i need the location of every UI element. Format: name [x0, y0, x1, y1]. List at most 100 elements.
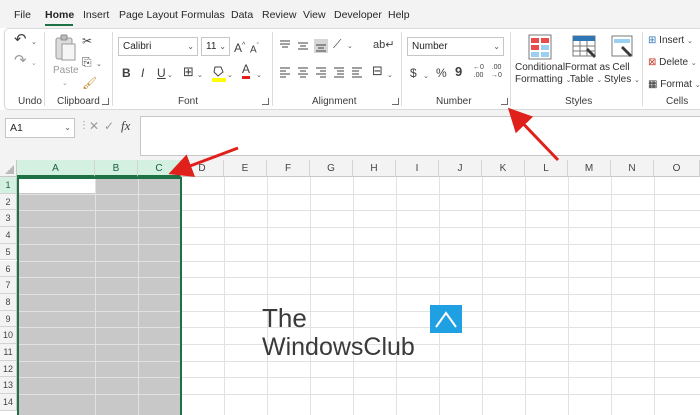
tab-data[interactable]: Data [231, 9, 253, 21]
top-align-icon[interactable] [279, 38, 291, 52]
increase-decimal-icon[interactable]: ←0 .00 [471, 64, 486, 80]
percent-icon[interactable]: % [436, 66, 447, 80]
paste-dropdown-icon[interactable]: ⌄ [62, 77, 68, 91]
conditional-formatting-button[interactable]: Conditional Formatting ⌄ [515, 62, 571, 87]
column-header-e[interactable]: E [224, 160, 267, 177]
tab-home[interactable]: Home [45, 9, 74, 21]
column-header-f[interactable]: F [267, 160, 310, 177]
font-color-dropdown-icon[interactable]: ⌄ [256, 69, 262, 83]
insert-cells-button[interactable]: ⊞ Insert ⌄ [648, 35, 693, 48]
underline-icon[interactable]: U [157, 66, 166, 80]
column-header-l[interactable]: L [525, 160, 568, 177]
format-painter-icon[interactable]: 🖌 [82, 76, 97, 90]
tab-help[interactable]: Help [388, 9, 410, 21]
format-cells-button[interactable]: ▦ Format ⌄ [648, 79, 700, 92]
insert-function-icon[interactable]: fx [121, 119, 130, 133]
align-center-icon[interactable] [297, 66, 309, 78]
italic-icon[interactable]: I [141, 66, 144, 80]
font-name-select[interactable]: Calibri ⌄ [118, 37, 198, 56]
cut-icon[interactable]: ✂ [82, 34, 92, 48]
more-options-icon[interactable]: ⋮ [79, 119, 89, 133]
row-header[interactable]: 3 [0, 210, 17, 228]
font-size-select[interactable]: 11 ⌄ [201, 37, 230, 56]
row-header[interactable]: 4 [0, 227, 17, 244]
select-all-button[interactable] [0, 160, 17, 177]
clipboard-launcher-icon[interactable] [102, 98, 109, 105]
merge-dropdown-icon[interactable]: ⌄ [387, 69, 393, 83]
column-header-i[interactable]: I [396, 160, 439, 177]
row-header[interactable]: 9 [0, 310, 17, 328]
cell-styles-button[interactable]: Cell Styles ⌄ [604, 62, 640, 87]
borders-icon[interactable]: ⊞ [183, 65, 194, 79]
font-launcher-icon[interactable] [262, 98, 269, 105]
row-header[interactable]: 7 [0, 277, 17, 294]
row-header[interactable]: 10 [0, 327, 17, 344]
align-left-icon[interactable] [279, 66, 291, 78]
orientation-dropdown-icon[interactable]: ⌄ [347, 40, 353, 54]
increase-indent-icon[interactable] [351, 66, 363, 78]
column-header-n[interactable]: N [611, 160, 654, 177]
tab-file[interactable]: File [14, 9, 31, 21]
column-header-g[interactable]: G [310, 160, 353, 177]
column-header-j[interactable]: J [439, 160, 482, 177]
redo-icon[interactable]: ↷ [14, 53, 27, 68]
tab-review[interactable]: Review [262, 9, 296, 21]
row-header[interactable]: 11 [0, 344, 17, 361]
name-box[interactable]: A1 ⌄ [5, 118, 75, 138]
column-header-d[interactable]: D [181, 160, 224, 177]
column-header-b[interactable]: B [95, 160, 138, 177]
tab-developer[interactable]: Developer [334, 9, 382, 21]
column-header-h[interactable]: H [353, 160, 396, 177]
font-color-icon[interactable]: A [242, 63, 251, 79]
decrease-indent-icon[interactable] [333, 66, 345, 78]
orientation-icon[interactable]: ⟋ [333, 37, 341, 51]
row-header[interactable]: 12 [0, 360, 17, 378]
column-header-c[interactable]: C [138, 160, 181, 177]
row-header[interactable]: 2 [0, 193, 17, 211]
format-as-table-button[interactable]: Format as Table ⌄ [565, 62, 610, 87]
currency-icon[interactable]: $ [410, 66, 417, 80]
column-header-a[interactable]: A [17, 160, 95, 177]
grow-font-icon[interactable]: A^ [234, 39, 245, 55]
row-header[interactable]: 14 [0, 394, 17, 411]
tab-page-layout[interactable]: Page Layout [119, 9, 178, 21]
number-format-select[interactable]: Number ⌄ [407, 37, 504, 56]
tab-insert[interactable]: Insert [83, 9, 109, 21]
middle-align-icon[interactable] [297, 38, 309, 52]
bold-icon[interactable]: B [122, 66, 131, 80]
row-header[interactable]: 13 [0, 377, 17, 395]
merge-center-icon[interactable]: ⊟ [372, 64, 383, 78]
column-header-o[interactable]: O [654, 160, 700, 177]
decrease-decimal-icon[interactable]: .00 →0 [489, 64, 504, 80]
paste-button[interactable]: Paste [53, 65, 79, 77]
row-header[interactable]: 1 [0, 177, 17, 194]
redo-dropdown-icon[interactable]: ⌄ [31, 57, 37, 71]
paste-icon[interactable] [53, 34, 77, 62]
comma-style-icon[interactable]: 9 [455, 65, 462, 79]
undo-dropdown-icon[interactable]: ⌄ [31, 36, 37, 50]
copy-dropdown-icon[interactable]: ⌄ [96, 58, 102, 72]
column-header-m[interactable]: M [568, 160, 611, 177]
delete-cells-button[interactable]: ⊠ Delete ⌄ [648, 57, 697, 70]
wrap-text-icon[interactable]: ab↵ [373, 38, 394, 52]
row-header[interactable]: 5 [0, 243, 17, 261]
enter-icon[interactable]: ✓ [104, 119, 114, 133]
copy-icon[interactable]: ⎘ [82, 55, 92, 69]
currency-dropdown-icon[interactable]: ⌄ [423, 70, 429, 84]
row-header[interactable]: 6 [0, 260, 17, 278]
tab-view[interactable]: View [303, 9, 326, 21]
formula-input[interactable] [140, 116, 700, 156]
underline-dropdown-icon[interactable]: ⌄ [167, 69, 173, 83]
tab-formulas[interactable]: Formulas [181, 9, 225, 21]
number-launcher-icon[interactable] [501, 98, 508, 105]
fill-color-icon[interactable] [212, 64, 226, 82]
row-header[interactable]: 8 [0, 293, 17, 311]
align-right-icon[interactable] [315, 66, 327, 78]
shrink-font-icon[interactable]: Aˇ [250, 40, 259, 57]
worksheet-grid[interactable]: A B C D E F G H I J K L M N O 1 2 3 4 5 … [0, 160, 700, 415]
borders-dropdown-icon[interactable]: ⌄ [197, 69, 203, 83]
column-header-k[interactable]: K [482, 160, 525, 177]
fill-color-dropdown-icon[interactable]: ⌄ [227, 69, 233, 83]
alignment-launcher-icon[interactable] [392, 98, 399, 105]
bottom-align-icon[interactable] [314, 38, 328, 52]
